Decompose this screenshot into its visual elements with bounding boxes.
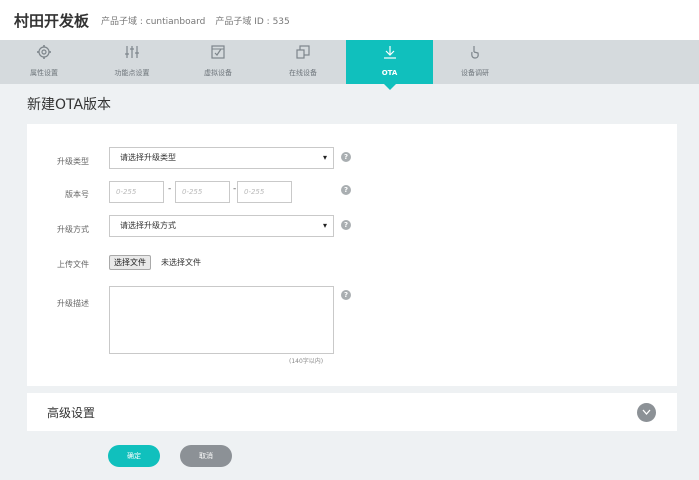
- help-icon[interactable]: ?: [341, 290, 351, 300]
- version-separator: -: [233, 184, 237, 194]
- online-device-icon: [260, 44, 346, 68]
- chevron-down-icon: [642, 409, 651, 415]
- upgrade-method-value: 请选择升级方式: [120, 221, 176, 230]
- help-icon[interactable]: ?: [341, 220, 351, 230]
- chevron-down-icon: ▾: [322, 153, 327, 162]
- chevron-down-icon: ▾: [322, 221, 327, 230]
- description-label: 升级描述: [57, 299, 89, 308]
- version-minor-input[interactable]: 0-255: [175, 181, 230, 203]
- upgrade-type-select[interactable]: 请选择升级类型 ▾: [109, 147, 334, 169]
- tab-attribute-settings[interactable]: 属性设置: [0, 40, 88, 84]
- product-title: 村田开发板: [14, 11, 90, 30]
- choose-file-button[interactable]: 选择文件: [109, 255, 151, 270]
- version-major-input[interactable]: 0-255: [109, 181, 164, 203]
- confirm-button[interactable]: 确定: [108, 445, 160, 467]
- hand-icon: [433, 44, 517, 68]
- product-domain-id: 产品子域 ID : 535: [215, 16, 290, 27]
- product-domain: 产品子域 : cuntianboard: [101, 16, 206, 27]
- advanced-settings-label: 高级设置: [47, 406, 96, 420]
- gear-icon: [0, 44, 88, 68]
- upgrade-method-select[interactable]: 请选择升级方式 ▾: [109, 215, 334, 237]
- description-textarea[interactable]: [109, 286, 334, 354]
- tab-label: 在线设备: [289, 69, 317, 77]
- tab-function-settings[interactable]: 功能点设置: [88, 40, 176, 84]
- download-icon: [346, 44, 433, 68]
- version-patch-input[interactable]: 0-255: [237, 181, 292, 203]
- advanced-settings[interactable]: 高级设置: [27, 393, 677, 431]
- help-icon[interactable]: ?: [341, 185, 351, 195]
- help-icon[interactable]: ?: [341, 152, 351, 162]
- upgrade-type-value: 请选择升级类型: [120, 153, 176, 162]
- file-status: 未选择文件: [161, 258, 201, 267]
- tab-label: 功能点设置: [114, 69, 150, 77]
- tab-bar: 属性设置 功能点设置 虚拟设备 在线设备 OTA 设备调研: [0, 40, 699, 90]
- tab-device-research[interactable]: 设备调研: [433, 40, 517, 84]
- tab-ota[interactable]: OTA: [346, 40, 433, 90]
- expand-toggle-button[interactable]: [637, 403, 656, 422]
- upgrade-type-label: 升级类型: [57, 157, 89, 166]
- version-label: 版本号: [65, 190, 89, 199]
- upgrade-method-label: 升级方式: [57, 225, 89, 234]
- tab-label: 设备调研: [461, 69, 489, 77]
- tab-label: 属性设置: [30, 69, 58, 77]
- version-separator: -: [168, 184, 172, 194]
- description-limit: (140字以内): [289, 358, 324, 365]
- virtual-device-icon: [176, 44, 260, 68]
- tab-label: 虚拟设备: [204, 69, 232, 77]
- ota-form: 升级类型 请选择升级类型 ▾ ? 版本号 0-255 - 0-255 - 0-2…: [27, 124, 677, 386]
- tab-label: OTA: [381, 69, 398, 77]
- tab-virtual-device[interactable]: 虚拟设备: [176, 40, 260, 84]
- tab-online-device[interactable]: 在线设备: [260, 40, 346, 84]
- sliders-icon: [88, 44, 176, 68]
- app-header: 村田开发板 产品子域 : cuntianboard 产品子域 ID : 535: [0, 0, 699, 40]
- page-title: 新建OTA版本: [27, 97, 112, 113]
- cancel-button[interactable]: 取消: [180, 445, 232, 467]
- upload-label: 上传文件: [57, 260, 89, 269]
